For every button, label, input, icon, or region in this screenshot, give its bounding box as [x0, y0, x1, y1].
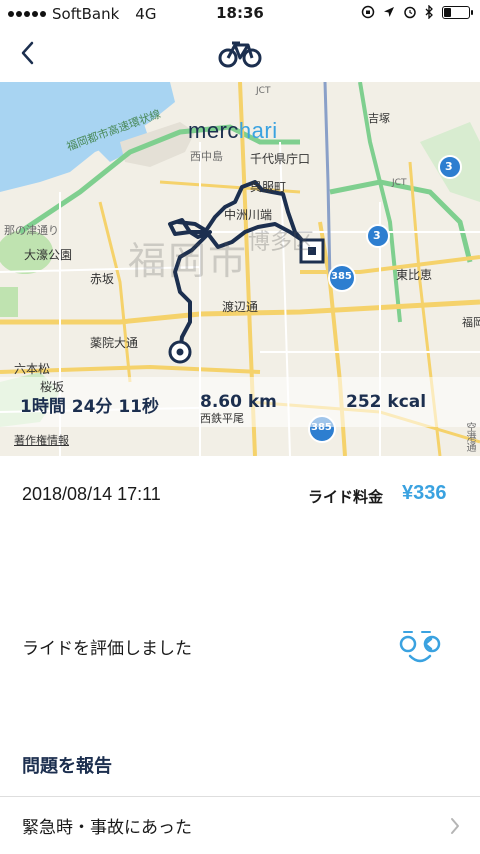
map-label-nishitetsu: 西鉄平尾	[200, 412, 244, 425]
ride-duration: 1時間 24分 11秒	[20, 397, 159, 417]
ward-label: 博多区	[248, 230, 315, 255]
map-label-gofuku: 呉服町	[250, 180, 287, 194]
map-label-yoshizuka: 吉塚	[368, 112, 390, 125]
ride-distance: 8.60 km	[200, 392, 277, 412]
map-label-ohori: 那の津通り	[4, 224, 59, 237]
bicycle-icon	[218, 41, 262, 68]
back-button[interactable]	[10, 36, 44, 70]
map-label-chiyo: 千代県庁口	[250, 152, 311, 166]
nav-bar	[0, 28, 480, 82]
route-3a-number: 3	[445, 160, 453, 173]
map-label-watanabe: 渡辺通	[222, 300, 259, 314]
ride-fee-value: ¥336	[402, 482, 447, 504]
status-right	[361, 5, 473, 19]
ride-calories: 252 kcal	[346, 392, 427, 412]
ride-datetime: 2018/08/14 17:11	[22, 484, 161, 504]
report-section-title: 問題を報告	[22, 756, 112, 777]
location-arrow-icon	[384, 7, 394, 17]
route-3b-number: 3	[373, 229, 381, 242]
smiley-face-icon	[399, 631, 441, 663]
map-label-fukuoka-edge: 福岡	[462, 316, 480, 329]
city-label: 福岡市	[128, 239, 249, 283]
map-label-ropponmatsu: 六本松	[14, 362, 51, 376]
status-bar: SoftBank 4G 18:36	[0, 0, 480, 28]
battery-fill	[444, 7, 451, 17]
map-label-nishinaka: 西中島	[190, 150, 223, 163]
logo-text-1: merc	[188, 118, 239, 143]
alarm-icon	[404, 6, 416, 19]
merchari-logo: merchari	[188, 118, 278, 144]
start-marker	[168, 340, 192, 364]
route-385a-number: 385	[331, 271, 352, 282]
map-label-yakuin: 薬院大通	[90, 336, 139, 350]
chevron-right-icon	[451, 818, 459, 834]
map-label-akasaka: 赤坂	[90, 272, 115, 286]
ride-fee-label: ライド料金	[308, 488, 384, 506]
route-385b-number: 385	[311, 422, 332, 433]
battery-icon	[442, 5, 473, 19]
map-label-kuko: 空港通	[464, 422, 475, 452]
map-label-jct1: JCT	[256, 86, 271, 96]
rating-row[interactable]: ライドを評価しました	[0, 616, 480, 676]
ride-info-row: 2018/08/14 17:11 ライド料金 ¥336	[0, 470, 480, 520]
chevron-left-icon	[21, 41, 34, 65]
bluetooth-icon	[425, 5, 433, 19]
map-label-nakasu: 中洲川端	[224, 208, 273, 222]
screen-lock-icon	[361, 5, 375, 19]
map-label-otemon: 大濠公園	[24, 248, 73, 262]
map-label-higashihie: 東比恵	[396, 268, 433, 282]
report-item-label: 緊急時・事故にあった	[22, 818, 192, 838]
logo-text-2: hari	[238, 118, 278, 143]
report-item-emergency[interactable]: 緊急時・事故にあった	[0, 796, 480, 854]
rating-status-text: ライドを評価しました	[22, 639, 192, 659]
map-label-jct2: JCT	[392, 178, 407, 188]
route-map[interactable]: merchari 福岡市 博多区 福岡都市高速環状線 JCT JCT 西中島 千…	[0, 82, 480, 456]
map-credit-link[interactable]: 著作権情報	[14, 432, 69, 448]
